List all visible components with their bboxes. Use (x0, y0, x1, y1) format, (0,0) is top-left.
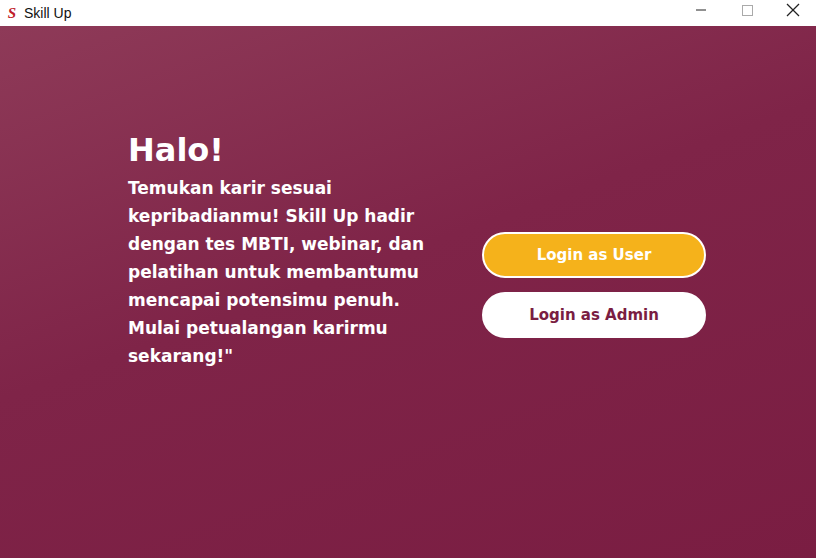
app-logo: S (6, 5, 18, 22)
login-button[interactable]: Login as User (482, 232, 706, 278)
title-bar: S Skill Up (0, 0, 816, 26)
minimize-icon[interactable] (678, 0, 724, 26)
hero-heading: Halo! (128, 130, 428, 170)
maximize-icon[interactable] (724, 0, 770, 26)
background-image: Halo! Temukan karir sesuai kepribadianmu… (0, 26, 816, 558)
login-button[interactable]: Login as Admin (482, 292, 706, 338)
login-buttons: Login as User Login as Admin (482, 26, 706, 558)
app-window: S Skill Up Halo! Temukan karir sesuai ke… (0, 0, 816, 558)
hero-description: Temukan karir sesuai kepribadianmu! Skil… (128, 174, 428, 370)
hero-text: Halo! Temukan karir sesuai kepribadianmu… (128, 26, 428, 558)
window-title: Skill Up (24, 5, 71, 21)
close-icon[interactable] (770, 0, 816, 26)
